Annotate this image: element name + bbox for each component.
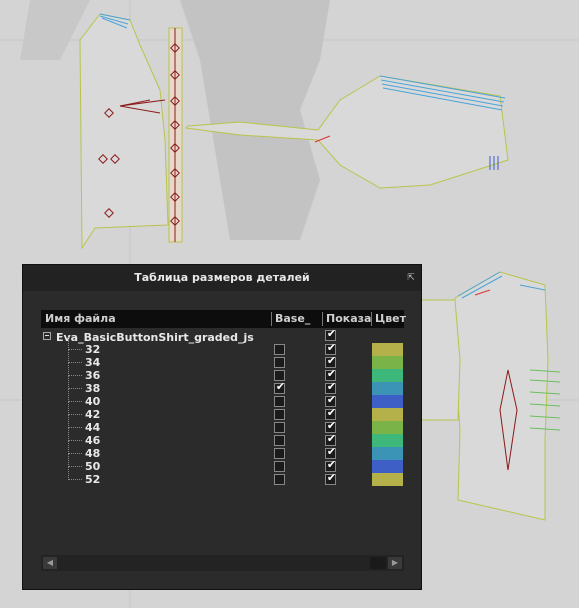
size-label: 52 (85, 473, 101, 486)
checkmark-icon: ✔ (326, 445, 337, 458)
base-size-checkbox[interactable] (274, 357, 285, 368)
shirt-placket-piece[interactable] (168, 27, 183, 243)
scrollbar-thumb[interactable] (370, 557, 386, 569)
tree-guide-line (68, 466, 82, 467)
show-size-checkbox[interactable]: ✔ (325, 471, 337, 485)
checkmark-icon: ✔ (275, 380, 286, 393)
base-size-checkbox[interactable] (274, 474, 285, 485)
size-color-swatch[interactable] (372, 382, 403, 395)
tree-guide-line (68, 375, 82, 376)
size-row[interactable]: 52 ✔ (23, 467, 421, 486)
size-color-swatch[interactable] (372, 460, 403, 473)
checkmark-icon: ✔ (326, 471, 337, 484)
size-color-swatch[interactable] (372, 473, 403, 486)
size-color-swatch[interactable] (372, 408, 403, 421)
scroll-right-button[interactable]: ▶ (388, 557, 402, 569)
size-label: 34 (85, 356, 101, 369)
avatar-arm (20, 0, 90, 60)
size-table-panel: Таблица размеров деталей ⇱ Имя файла Bas… (22, 264, 422, 590)
size-label: 44 (85, 421, 101, 434)
avatar-silhouette (180, 0, 330, 240)
size-row[interactable]: 32 ✔ (23, 337, 421, 356)
size-row[interactable]: 34 ✔ (23, 350, 421, 369)
tree-guide-line (68, 414, 82, 415)
size-row[interactable]: 38 ✔ ✔ (23, 376, 421, 395)
size-color-swatch[interactable] (372, 421, 403, 434)
tree-guide-line (68, 388, 82, 389)
size-row[interactable]: 44 ✔ (23, 415, 421, 434)
size-color-swatch[interactable] (372, 369, 403, 382)
checkmark-icon: ✔ (326, 354, 337, 367)
size-row[interactable]: 36 ✔ (23, 363, 421, 382)
base-size-checkbox[interactable] (274, 461, 285, 472)
checkmark-icon: ✔ (326, 327, 337, 340)
tree-guide-line (68, 362, 82, 363)
base-size-checkbox[interactable]: ✔ (274, 380, 286, 394)
scroll-left-button[interactable]: ◀ (43, 557, 57, 569)
size-label: 46 (85, 434, 101, 447)
base-size-checkbox[interactable] (274, 435, 285, 446)
shirt-back-piece[interactable] (454, 271, 561, 521)
size-label: 42 (85, 408, 101, 421)
base-size-checkbox[interactable] (274, 448, 285, 459)
checkmark-icon: ✔ (326, 419, 337, 432)
shirt-front-piece[interactable] (79, 13, 169, 250)
size-label: 48 (85, 447, 101, 460)
tree-guide-line (68, 479, 82, 480)
column-divider[interactable] (322, 312, 323, 326)
size-label: 32 (85, 343, 101, 356)
column-color-header[interactable]: Цвет (375, 310, 406, 328)
checkmark-icon: ✔ (326, 393, 337, 406)
tree-guide-line (68, 440, 82, 441)
checkmark-icon: ✔ (326, 380, 337, 393)
base-size-checkbox[interactable] (274, 409, 285, 420)
shirt-side-piece[interactable] (419, 299, 461, 421)
root-show-checkbox[interactable]: ✔ (325, 327, 337, 341)
size-row[interactable]: 40 ✔ (23, 389, 421, 408)
size-label: 38 (85, 382, 101, 395)
size-color-swatch[interactable] (372, 434, 403, 447)
size-color-swatch[interactable] (372, 356, 403, 369)
tree-guide-line (68, 427, 82, 428)
size-row[interactable]: 48 ✔ (23, 441, 421, 460)
table-header: Имя файла Base_ Показа Цвет (41, 310, 406, 328)
tree-guide-line (68, 453, 82, 454)
checkmark-icon: ✔ (326, 406, 337, 419)
checkmark-icon: ✔ (326, 341, 337, 354)
base-size-checkbox[interactable] (274, 396, 285, 407)
panel-title: Таблица размеров деталей (23, 265, 421, 291)
column-base-header[interactable]: Base_ (275, 310, 310, 328)
size-row[interactable]: 50 ✔ (23, 454, 421, 473)
size-row[interactable]: 46 ✔ (23, 428, 421, 447)
checkmark-icon: ✔ (326, 458, 337, 471)
collapse-toggle-icon[interactable] (43, 332, 51, 340)
size-color-swatch[interactable] (372, 343, 403, 356)
size-color-swatch[interactable] (372, 447, 403, 460)
column-divider[interactable] (371, 312, 372, 326)
horizontal-scrollbar[interactable]: ◀ ▶ (41, 555, 404, 571)
size-row[interactable]: 42 ✔ (23, 402, 421, 421)
checkmark-icon: ✔ (326, 367, 337, 380)
base-size-checkbox[interactable] (274, 422, 285, 433)
size-label: 50 (85, 460, 101, 473)
size-label: 40 (85, 395, 101, 408)
column-name-header[interactable]: Имя файла (45, 310, 116, 328)
checkmark-icon: ✔ (326, 432, 337, 445)
base-size-checkbox[interactable] (274, 344, 285, 355)
pin-icon[interactable]: ⇱ (405, 272, 417, 284)
tree-guide-line (68, 401, 82, 402)
size-color-swatch[interactable] (372, 395, 403, 408)
tree-guide-line (68, 349, 82, 350)
size-label: 36 (85, 369, 101, 382)
column-show-header[interactable]: Показа (326, 310, 371, 328)
column-divider[interactable] (271, 312, 272, 326)
